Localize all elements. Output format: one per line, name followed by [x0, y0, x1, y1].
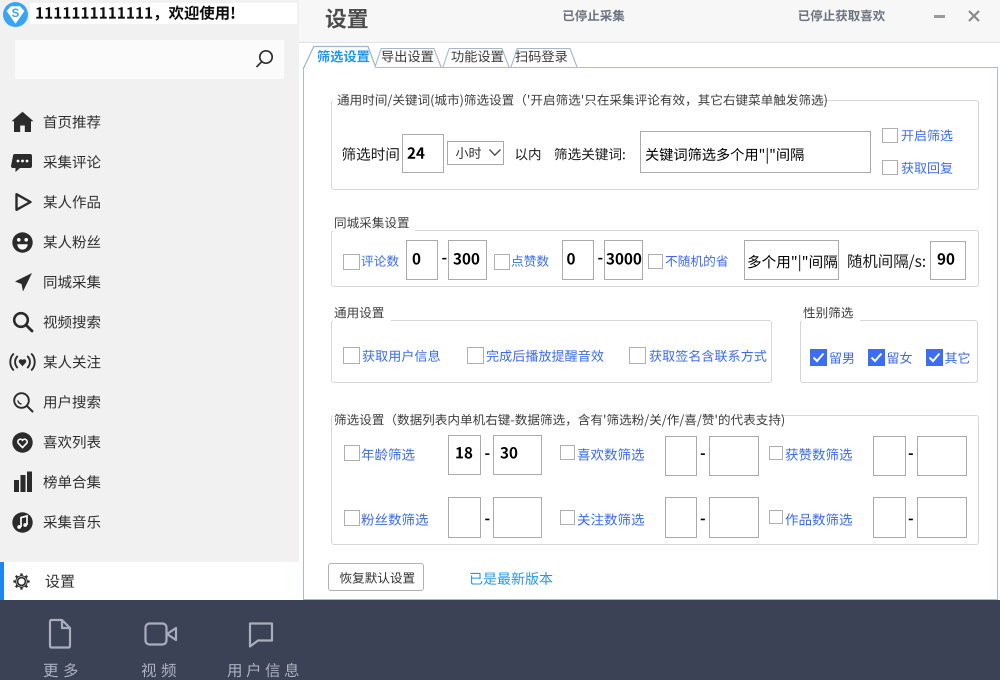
svg-text:S: S — [12, 8, 20, 20]
